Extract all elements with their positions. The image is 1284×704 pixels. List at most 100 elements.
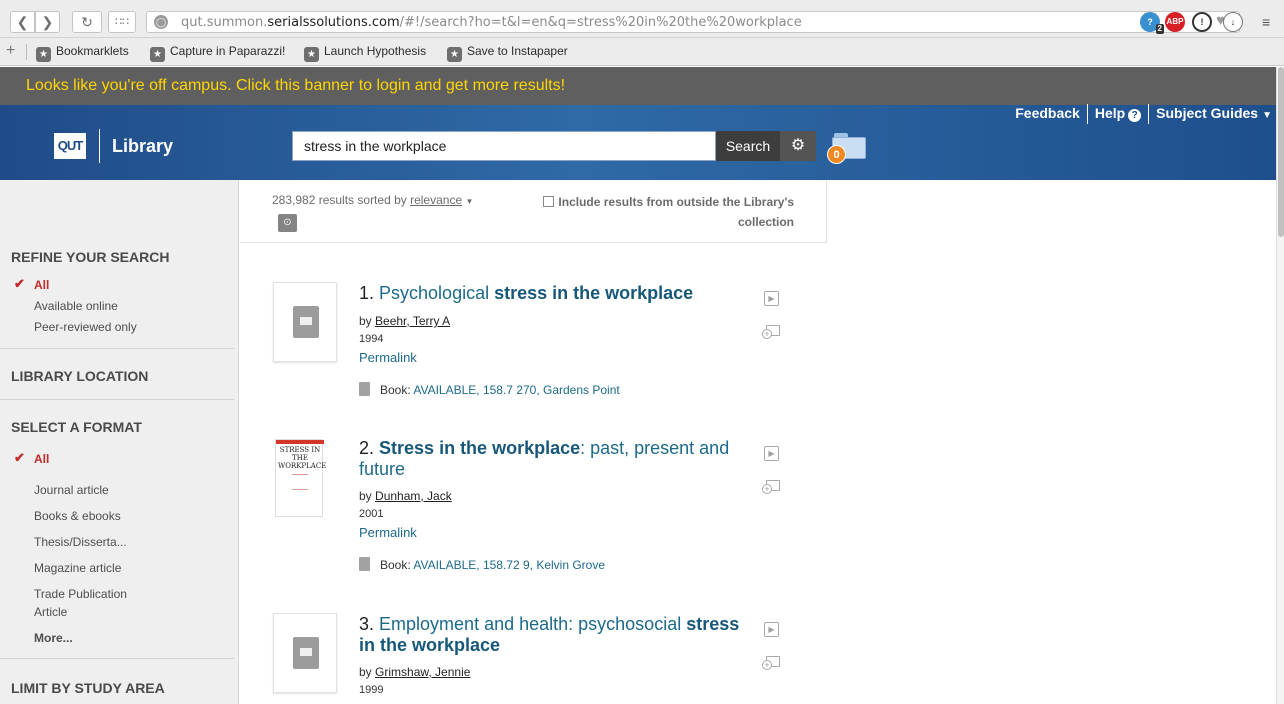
refine-sidebar: REFINE YOUR SEARCH ✔ All Available onlin… <box>0 180 239 704</box>
include-outside-checkbox[interactable] <box>543 196 555 207</box>
author-link[interactable]: Dunham, Jack <box>375 489 452 503</box>
bookmark-item[interactable]: ★ Save to Instapaper <box>447 44 568 62</box>
apps-grid-button[interactable]: ∷∷ <box>108 11 136 33</box>
results-border <box>826 180 827 243</box>
bookmark-item[interactable]: ★ Launch Hypothesis <box>304 44 426 62</box>
url-text: qut.summon.serialssolutions.com/#!/searc… <box>181 15 802 30</box>
page-scrollbar[interactable] <box>1276 67 1284 704</box>
format-all[interactable]: All <box>34 452 49 466</box>
banner-text[interactable]: Looks like you're off campus. Click this… <box>26 77 565 95</box>
book-icon <box>359 382 370 396</box>
site-header: QUT Library Search ⚙ 0 Feedback Help? Subj… <box>0 104 1284 180</box>
result-thumbnail[interactable] <box>273 613 337 693</box>
book-cover-image: STRESS IN THE WORKPLACE <box>275 439 326 517</box>
result-year: 1994 <box>359 333 384 345</box>
chevron-down-icon[interactable]: ▼ <box>465 197 473 206</box>
preview-icon[interactable]: ▶ <box>764 291 779 306</box>
download-icon[interactable]: ↓ <box>1223 12 1243 32</box>
format-books-ebooks[interactable]: Books & ebooks <box>34 509 121 523</box>
format-more-link[interactable]: More... <box>34 631 73 645</box>
off-campus-banner[interactable]: Looks like you're off campus. Click this… <box>0 67 1284 105</box>
star-icon: ★ <box>304 47 319 62</box>
refine-heading: REFINE YOUR SEARCH <box>11 249 170 265</box>
browser-toolbar: ❮ ❯ ↻ ∷∷ ◯ qut.summon.serialssolutions.c… <box>0 0 1284 38</box>
folder-count-badge: 0 <box>827 145 846 164</box>
study-area-heading[interactable]: LIMIT BY STUDY AREA <box>11 680 165 696</box>
address-bar[interactable]: ◯ qut.summon.serialssolutions.com/#!/sea… <box>146 11 1240 33</box>
format-magazine-article[interactable]: Magazine article <box>34 561 121 575</box>
result-thumbnail[interactable]: STRESS IN THE WORKPLACE <box>273 437 337 517</box>
availability: Book: AVAILABLE, 158.7 270, Gardens Poin… <box>359 382 620 397</box>
result-year: 2001 <box>359 508 384 520</box>
format-heading: SELECT A FORMAT <box>11 419 142 435</box>
gear-icon: ⚙ <box>790 137 806 154</box>
format-thesis[interactable]: Thesis/Disserta... <box>34 535 127 549</box>
star-icon: ★ <box>150 47 165 62</box>
back-button[interactable]: ❮ <box>10 11 35 33</box>
book-icon <box>293 637 319 669</box>
search-button[interactable]: Search <box>716 131 780 161</box>
availability: Book: AVAILABLE, 158.72 9, Kelvin Grove <box>359 557 605 572</box>
author-link[interactable]: Beehr, Terry A <box>375 314 450 328</box>
bookmark-item[interactable]: ★ Capture in Paparazzi! <box>150 44 285 62</box>
result-title[interactable]: 2. Stress in the workplace: past, presen… <box>359 438 749 480</box>
info-icon[interactable]: ! <box>1192 12 1212 32</box>
availability-link[interactable]: AVAILABLE, 158.7 270, Gardens Point <box>413 383 619 397</box>
preview-icon[interactable]: ▶ <box>764 446 779 461</box>
add-bookmark-icon[interactable]: + <box>6 42 15 60</box>
result-thumbnail[interactable] <box>273 282 337 362</box>
rss-icon[interactable]: ⊙ <box>278 214 297 232</box>
results-header: 283,982 results sorted by relevance ▼ ⊙ … <box>240 180 827 243</box>
bookmarks-separator <box>26 44 27 60</box>
bookmarks-bar: + ★ Bookmarklets ★ Capture in Paparazzi! ★… <box>0 38 1284 66</box>
sort-dropdown[interactable]: relevance <box>410 193 462 207</box>
qut-logo[interactable]: QUT <box>54 133 86 159</box>
preview-icon[interactable]: ▶ <box>764 622 779 637</box>
add-to-folder-icon[interactable]: + <box>762 479 782 495</box>
result-byline: by Beehr, Terry A <box>359 314 451 328</box>
saved-items-folder[interactable]: 0 <box>827 133 866 164</box>
search-input[interactable] <box>292 131 716 161</box>
menu-icon[interactable]: ≡ <box>1262 14 1270 30</box>
refine-available-online[interactable]: Available online <box>34 299 118 313</box>
chevron-down-icon: ▼ <box>1262 109 1272 121</box>
feedback-link[interactable]: Feedback <box>1015 105 1080 121</box>
add-to-folder-icon[interactable]: + <box>762 655 782 671</box>
library-location-heading[interactable]: LIBRARY LOCATION <box>11 368 148 384</box>
format-trade-publication[interactable]: Trade Publication <box>34 587 127 601</box>
format-trade-publication-article[interactable]: Article <box>34 605 67 619</box>
help-link[interactable]: Help? <box>1095 105 1142 122</box>
extension-icon[interactable]: ? 2 <box>1140 12 1164 34</box>
refine-peer-reviewed[interactable]: Peer-reviewed only <box>34 320 137 334</box>
author-link[interactable]: Grimshaw, Jennie <box>375 665 470 679</box>
library-title[interactable]: Library <box>112 136 173 157</box>
availability-link[interactable]: AVAILABLE, 158.72 9, Kelvin Grove <box>413 558 605 572</box>
star-icon: ★ <box>447 47 462 62</box>
scrollbar-thumb[interactable] <box>1278 67 1284 237</box>
permalink[interactable]: Permalink <box>359 350 417 365</box>
permalink[interactable]: Permalink <box>359 525 417 540</box>
divider <box>0 399 234 400</box>
bookmark-item[interactable]: ★ Bookmarklets <box>36 44 129 62</box>
add-to-folder-icon[interactable]: + <box>762 324 782 340</box>
adblock-icon[interactable]: ABP <box>1165 12 1185 32</box>
result-title[interactable]: 3. Employment and health: psychosocial s… <box>359 614 749 656</box>
forward-button[interactable]: ❯ <box>35 11 60 33</box>
result-byline: by Grimshaw, Jennie <box>359 665 471 679</box>
format-journal-article[interactable]: Journal article <box>34 483 109 497</box>
subject-guides-link[interactable]: Subject Guides ▼ <box>1156 105 1272 121</box>
search-settings-button[interactable]: ⚙ <box>780 131 816 161</box>
divider <box>0 658 234 659</box>
check-icon: ✔ <box>14 450 25 465</box>
logo-divider <box>99 129 100 163</box>
globe-icon: ◯ <box>154 15 168 29</box>
header-links: Feedback Help? Subject Guides ▼ <box>1015 104 1272 124</box>
reload-button[interactable]: ↻ <box>72 11 102 33</box>
book-icon <box>293 306 319 338</box>
help-icon: ? <box>1128 108 1142 122</box>
result-byline: by Dunham, Jack <box>359 489 452 503</box>
result-title[interactable]: 1. Psychological stress in the workplace <box>359 283 749 304</box>
refine-all[interactable]: All <box>34 278 49 292</box>
book-icon <box>359 557 370 571</box>
include-outside-option[interactable]: Include results from outside the Library… <box>524 192 794 232</box>
